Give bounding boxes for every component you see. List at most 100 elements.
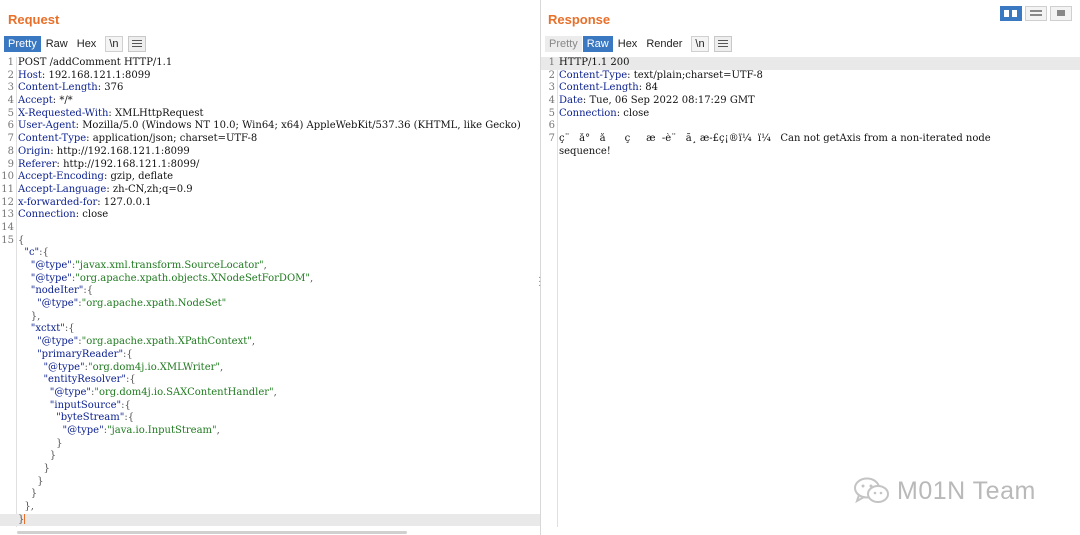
code-line[interactable]: "nodeIter":{ <box>0 285 540 298</box>
text-token: , <box>216 424 220 436</box>
code-line[interactable]: 3 Content-Length: 84 <box>541 82 1080 95</box>
code-line[interactable]: 1 POST /addComment HTTP/1.1 <box>0 57 540 70</box>
line-text: "@type":"org.apache.xpath.objects.XNodeS… <box>18 273 540 286</box>
code-line[interactable]: 2 Content-Type: text/plain;charset=UTF-8 <box>541 70 1080 83</box>
line-text: "inputSource":{ <box>18 400 540 413</box>
tab-hex[interactable]: Hex <box>73 36 101 52</box>
response-editor[interactable]: 1 HTTP/1.1 200 2 Content-Type: text/plain;c… <box>541 57 1080 159</box>
key-token: "@type" <box>49 386 91 398</box>
string-token: "org.apache.xpath.NodeSet" <box>81 298 227 310</box>
code-line[interactable]: 13 Connection: close <box>0 209 540 222</box>
response-tabs: Pretty Raw Hex Render \n <box>545 36 732 52</box>
code-line[interactable]: 11 Accept-Language: zh-CN,zh;q=0.9 <box>0 184 540 197</box>
code-line[interactable]: "inputSource":{ <box>0 400 540 413</box>
code-line[interactable]: 6 User-Agent: Mozilla/5.0 (Windows NT 10.… <box>0 120 540 133</box>
text-token: } <box>43 463 50 474</box>
tab-raw[interactable]: Raw <box>582 36 613 52</box>
tab-pretty[interactable]: Pretty <box>545 36 582 52</box>
code-line[interactable]: }, <box>0 501 540 514</box>
code-line[interactable]: "@type":"javax.xml.transform.SourceLocat… <box>0 260 540 273</box>
layout-single-icon[interactable] <box>1050 6 1072 21</box>
code-line[interactable]: "@type":"org.apache.xpath.NodeSet" <box>0 298 540 311</box>
menu-icon[interactable] <box>127 36 146 52</box>
code-line[interactable]: "xctxt":{ <box>0 323 540 336</box>
code-line[interactable]: "primaryReader":{ <box>0 349 540 362</box>
code-line[interactable]: }, <box>0 311 540 324</box>
code-line[interactable]: "@type":"java.io.InputStream", <box>0 425 540 438</box>
text-token: , <box>220 361 224 373</box>
code-line[interactable]: "c":{ <box>0 247 540 260</box>
key-token: "@type" <box>43 361 85 373</box>
code-line[interactable]: 9 Referer: http://192.168.121.1:8099/ <box>0 159 540 172</box>
line-text: Host: 192.168.121.1:8099 <box>18 70 540 83</box>
layout-horizontal-icon[interactable] <box>1025 6 1047 21</box>
tab-pretty[interactable]: Pretty <box>4 36 41 52</box>
string-token: "org.dom4j.io.XMLWriter" <box>88 361 221 373</box>
code-line[interactable]: 7 ç¨ å° å ç æ -è¨ ã¸ æ-£ç¡®ï¼ ï¼ Can not … <box>541 133 1080 146</box>
menu-icon[interactable] <box>713 36 732 52</box>
text-token: : Mozilla/5.0 (Windows NT 10.0; Win64; x… <box>75 120 521 132</box>
code-line[interactable]: } <box>0 513 540 527</box>
layout-split-icon[interactable] <box>1000 6 1022 21</box>
line-text: } <box>18 476 540 489</box>
line-text: "@type":"org.dom4j.io.SAXContentHandler"… <box>18 387 540 400</box>
text-token: :{ <box>64 323 75 335</box>
code-line[interactable]: 6 <box>541 120 1080 133</box>
line-number: 13 <box>1 209 14 221</box>
code-line[interactable]: 10 Accept-Encoding: gzip, deflate <box>0 171 540 184</box>
code-line[interactable]: 4 Date: Tue, 06 Sep 2022 08:17:29 GMT <box>541 95 1080 108</box>
code-line[interactable]: 5 Connection: close <box>541 108 1080 121</box>
text-token: :{ <box>126 374 136 386</box>
key-token: Host <box>18 69 42 81</box>
line-number <box>0 488 18 501</box>
text-token: ç¨ å° å ç æ -è¨ ã¸ æ-£ç¡®ï¼ ï¼ Can not g… <box>559 133 991 145</box>
text-token: } <box>30 488 38 500</box>
horizontal-scrollbar[interactable] <box>17 531 407 534</box>
code-line[interactable]: 3 Content-Length: 376 <box>0 82 540 95</box>
line-number <box>0 247 18 260</box>
line-text: POST /addComment HTTP/1.1 <box>18 57 540 70</box>
text-token: :{ <box>39 247 49 259</box>
line-text: Content-Length: 376 <box>18 82 540 95</box>
code-line[interactable]: 5 X-Requested-With: XMLHttpRequest <box>0 108 540 121</box>
key-token: "xctxt" <box>30 323 65 335</box>
code-line[interactable]: } <box>0 463 540 476</box>
code-line[interactable]: 1 HTTP/1.1 200 <box>541 57 1080 70</box>
code-line[interactable]: } <box>0 476 540 489</box>
code-line[interactable]: "@type":"org.apache.xpath.objects.XNodeS… <box>0 273 540 286</box>
code-line[interactable]: } <box>0 450 540 463</box>
key-token: Referer <box>18 158 57 170</box>
key-token: "@type" <box>30 260 72 271</box>
string-token: "org.apache.xpath.XPathContext" <box>81 336 252 348</box>
code-line[interactable]: "entityResolver":{ <box>0 374 540 387</box>
code-line[interactable]: "@type":"org.apache.xpath.XPathContext", <box>0 336 540 349</box>
tab-newline[interactable]: \n <box>105 36 123 52</box>
code-line[interactable]: sequence! <box>541 146 1080 159</box>
tab-raw[interactable]: Raw <box>42 36 72 52</box>
request-editor[interactable]: 1 POST /addComment HTTP/1.1 2 Host: 192.168… <box>0 57 540 527</box>
code-line[interactable]: } <box>0 438 540 451</box>
code-line[interactable]: "@type":"org.dom4j.io.XMLWriter", <box>0 362 540 375</box>
line-text: "primaryReader":{ <box>18 349 540 362</box>
code-line[interactable]: "byteStream":{ <box>0 412 540 425</box>
line-number <box>0 349 18 362</box>
key-token: "entityResolver" <box>43 374 127 386</box>
code-line[interactable]: 4 Accept: */* <box>0 95 540 108</box>
line-text: Content-Type: text/plain;charset=UTF-8 <box>559 70 1080 83</box>
code-line[interactable]: 2 Host: 192.168.121.1:8099 <box>0 70 540 83</box>
code-line[interactable]: 12 x-forwarded-for: 127.0.0.1 <box>0 197 540 210</box>
tab-render[interactable]: Render <box>642 36 686 52</box>
line-number <box>0 412 18 425</box>
code-line[interactable]: "@type":"org.dom4j.io.SAXContentHandler"… <box>0 387 540 400</box>
code-line[interactable]: 8 Origin: http://192.168.121.1:8099 <box>0 146 540 159</box>
tab-hex[interactable]: Hex <box>614 36 642 52</box>
tab-newline[interactable]: \n <box>691 36 709 52</box>
code-line[interactable]: 7 Content-Type: application/json; charset… <box>0 133 540 146</box>
code-line[interactable]: 15 { <box>0 235 540 248</box>
code-line[interactable]: 14 <box>0 222 540 235</box>
line-number <box>0 501 18 514</box>
code-line[interactable]: } <box>0 488 540 501</box>
